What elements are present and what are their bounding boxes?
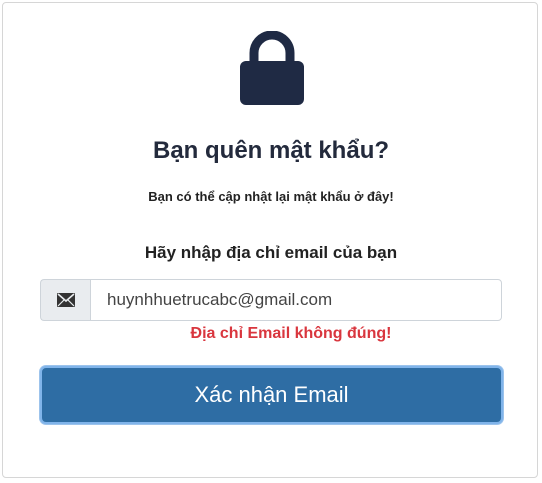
envelope-icon (40, 279, 90, 321)
error-message: Địa chỉ Email không đúng! (190, 325, 392, 342)
email-input-group (40, 279, 502, 321)
email-prompt-label: Hãy nhập địa chỉ email của bạn (144, 243, 398, 262)
forgot-password-card: Bạn quên mật khẩu? Bạn có thể cập nhật l… (2, 2, 538, 478)
confirm-email-button[interactable]: Xác nhận Email (40, 366, 503, 424)
lock-icon (240, 30, 304, 105)
email-input[interactable] (90, 279, 502, 321)
page-subtitle: Bạn có thể cập nhật lại mật khẩu ở đây! (148, 189, 394, 204)
page-title: Bạn quên mật khẩu? (152, 137, 390, 164)
